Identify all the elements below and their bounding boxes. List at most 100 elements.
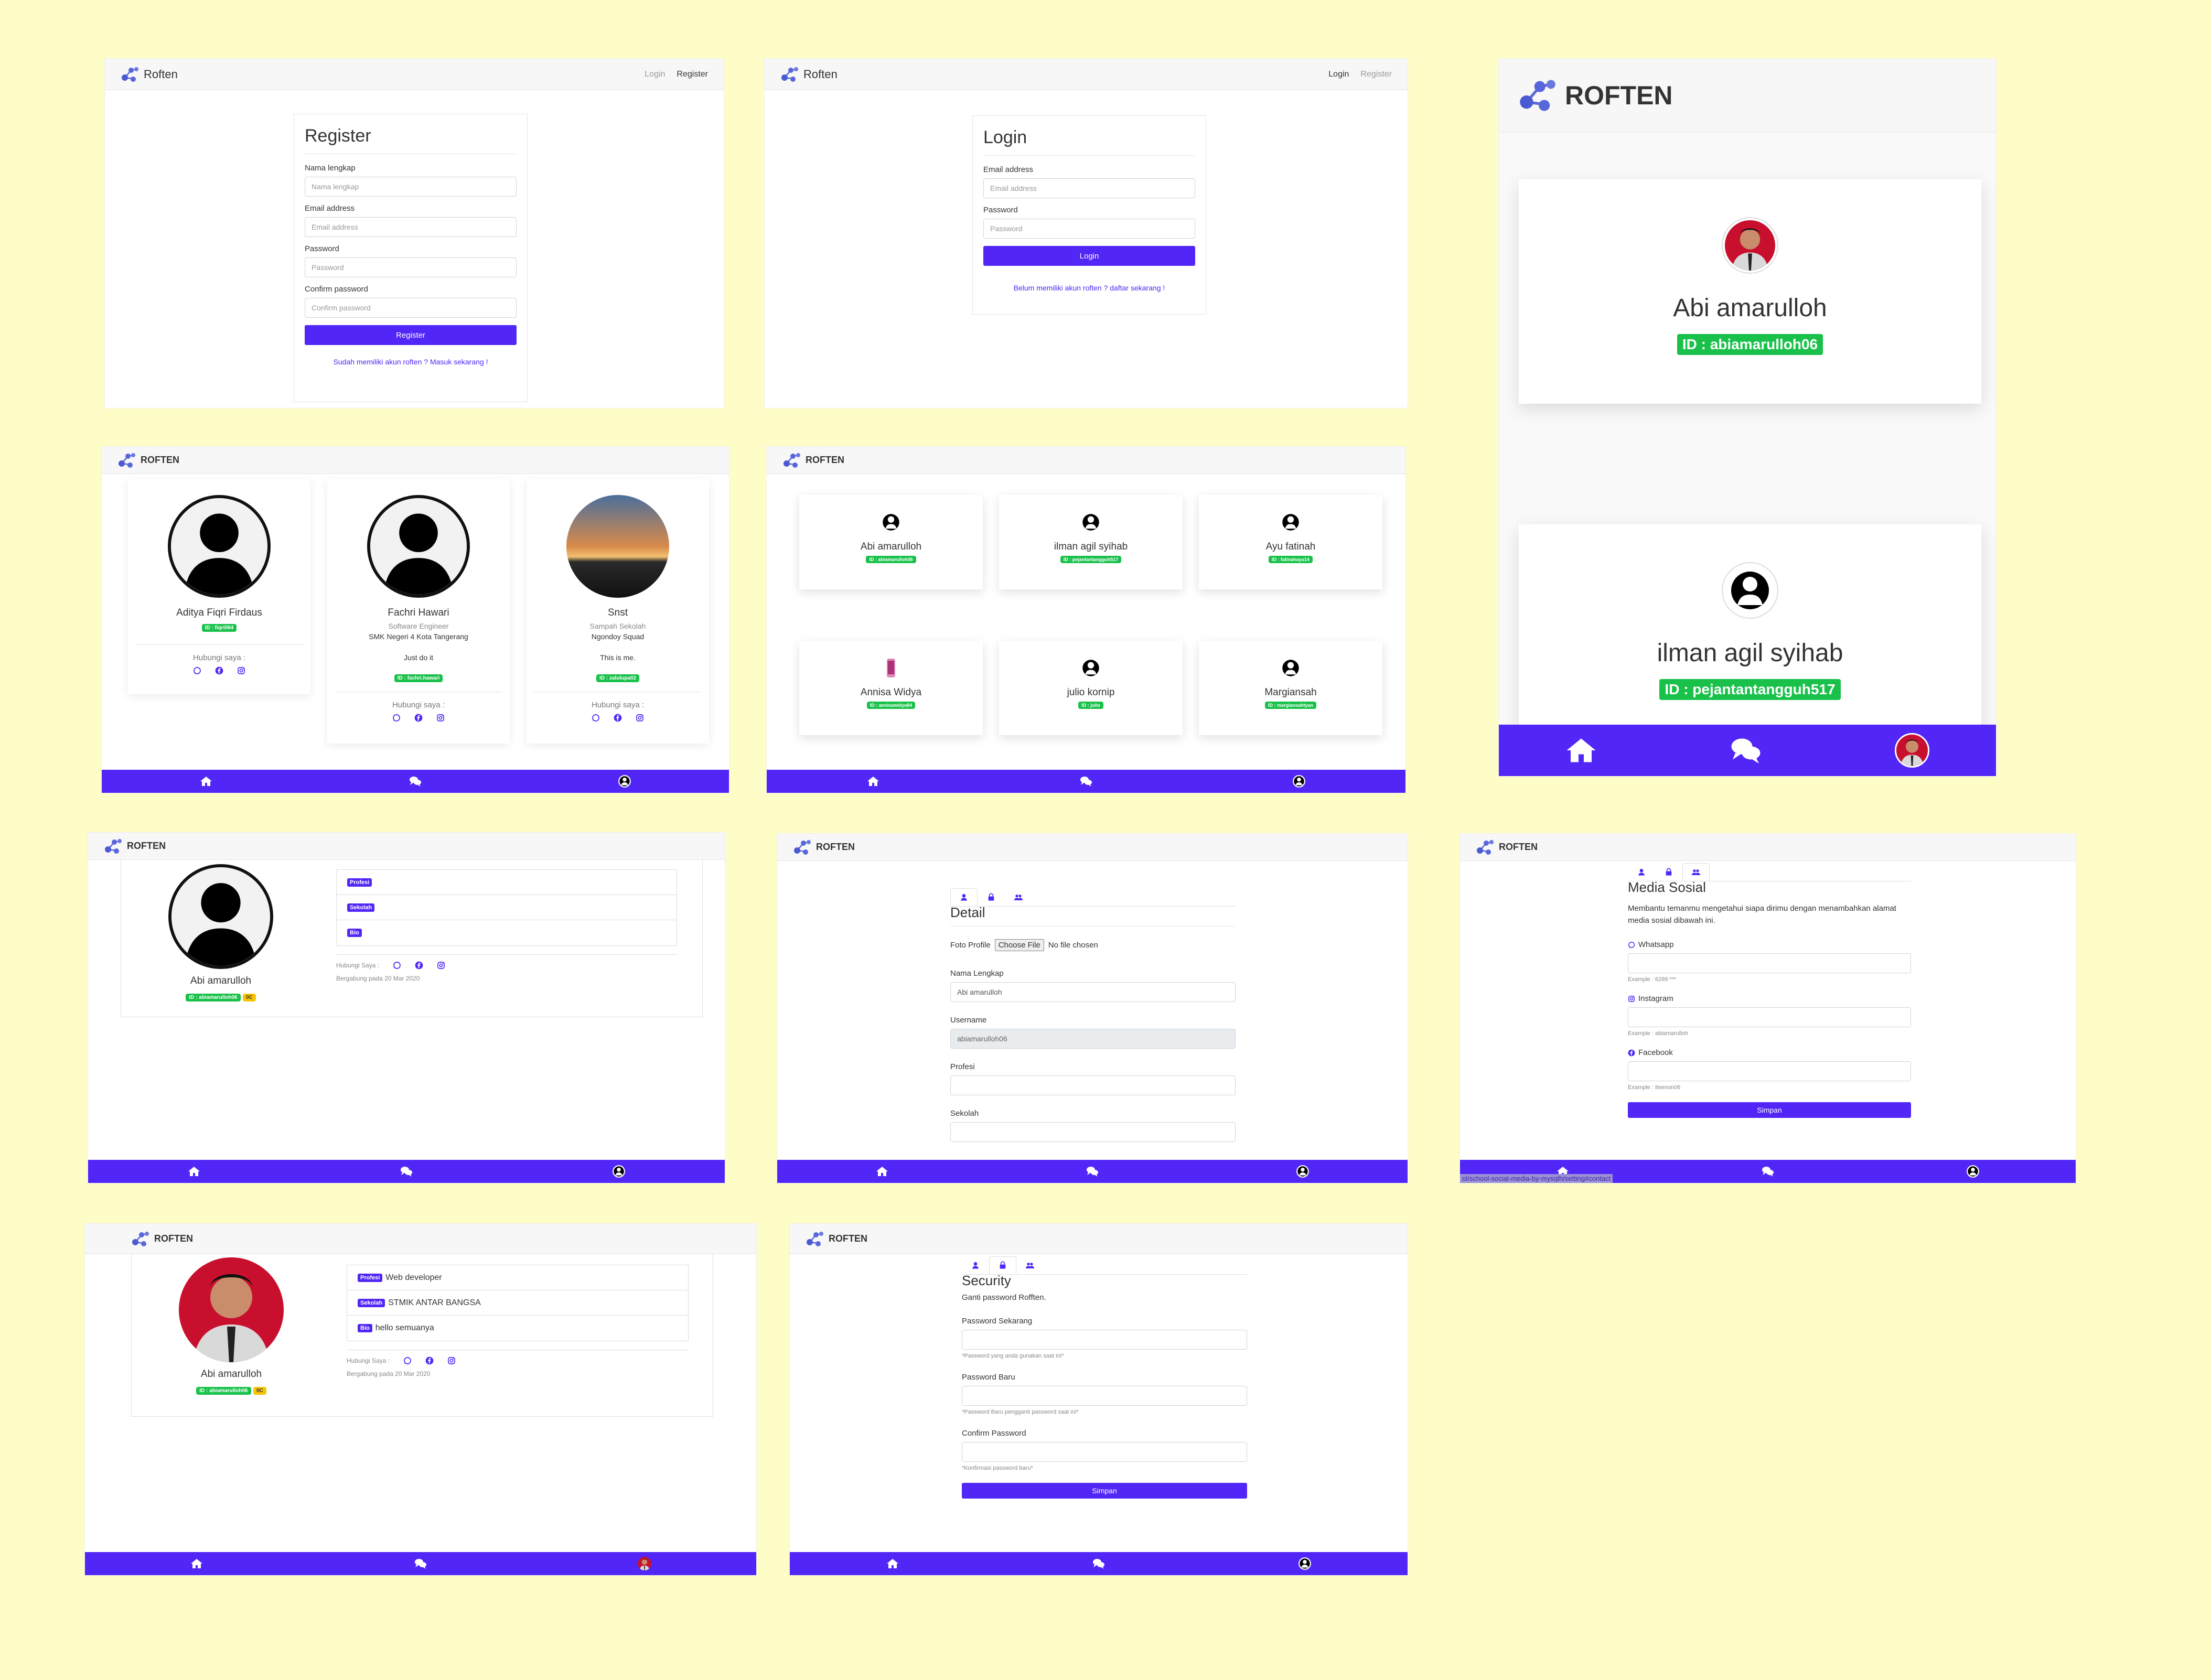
nav-login-link[interactable]: Login xyxy=(1328,70,1349,79)
home-icon[interactable] xyxy=(190,1557,203,1570)
profile-card[interactable]: Fachri Hawari Software Engineer SMK Nege… xyxy=(327,479,510,744)
whatsapp-icon[interactable] xyxy=(592,714,600,722)
whatsapp-input[interactable] xyxy=(1628,953,1911,973)
nav-register-link[interactable]: Register xyxy=(1360,70,1392,79)
home-icon[interactable] xyxy=(1565,735,1597,766)
user-icon[interactable] xyxy=(618,774,631,788)
brand-logo[interactable]: ROFTEN xyxy=(131,1231,193,1247)
instagram-input[interactable] xyxy=(1628,1007,1911,1027)
tab-security[interactable] xyxy=(1655,863,1682,881)
tab-social[interactable] xyxy=(1005,888,1032,906)
facebook-icon[interactable] xyxy=(414,714,423,722)
field-hint: Example : abiamarulloh xyxy=(1628,1030,1688,1037)
home-icon[interactable] xyxy=(875,1165,889,1178)
whatsapp-icon[interactable] xyxy=(193,666,201,675)
whatsapp-icon[interactable] xyxy=(393,961,401,970)
profile-card[interactable]: Snst Sampah Sekolah Ngondoy Squad This i… xyxy=(527,479,709,744)
user-card[interactable]: Annisa Widya ID : annisawidya84 xyxy=(799,641,983,735)
brand-logo[interactable]: ROFTEN xyxy=(104,838,166,855)
nav-login-link[interactable]: Login xyxy=(645,70,665,79)
user-card[interactable]: ilman agil syihab ID : pejantantangguh51… xyxy=(1519,524,1981,734)
whatsapp-icon[interactable] xyxy=(392,714,401,722)
user-icon[interactable] xyxy=(1966,1165,1980,1178)
brand-logo[interactable]: ROFTEN xyxy=(117,452,179,469)
user-card[interactable]: Abi amarulloh ID : abiamarulloh06 xyxy=(799,495,983,589)
school-input[interactable] xyxy=(950,1122,1236,1142)
user-card[interactable]: Margiansah ID : margiansahtyan xyxy=(1199,641,1382,735)
avatar-icon[interactable] xyxy=(638,1557,651,1570)
facebook-icon[interactable] xyxy=(215,666,223,675)
instagram-icon[interactable] xyxy=(447,1356,456,1365)
brand-logo[interactable]: ROFTEN xyxy=(1476,839,1538,856)
chat-icon[interactable] xyxy=(400,1165,413,1178)
user-card[interactable]: Ayu fatinah ID : fatinahayu14 xyxy=(1199,495,1382,589)
fullname-input[interactable]: Abi amarulloh xyxy=(950,982,1236,1002)
brand-logo[interactable]: ROFTEN xyxy=(806,1231,867,1247)
email-input[interactable]: Email address xyxy=(983,178,1195,198)
email-input[interactable]: Email address xyxy=(305,217,517,237)
facebook-icon[interactable] xyxy=(614,714,622,722)
nav-register-link[interactable]: Register xyxy=(677,70,708,79)
photo-label: Foto Profile xyxy=(950,941,991,950)
instagram-icon[interactable] xyxy=(237,666,245,675)
avatar-icon[interactable] xyxy=(1895,733,1929,768)
user-card[interactable]: Abi amarulloh ID : abiamarulloh06 xyxy=(1519,179,1981,404)
tab-security[interactable] xyxy=(978,888,1005,906)
tab-detail[interactable] xyxy=(1628,863,1655,881)
tab-detail[interactable] xyxy=(962,1256,989,1274)
whatsapp-icon[interactable] xyxy=(403,1356,412,1365)
users-icon xyxy=(1691,867,1701,877)
tab-detail[interactable] xyxy=(950,888,978,906)
tab-security[interactable] xyxy=(989,1256,1016,1274)
user-icon[interactable] xyxy=(1298,1557,1312,1570)
brand-logo[interactable]: Roften xyxy=(780,66,838,83)
logo-icon xyxy=(131,1231,150,1247)
login-link[interactable]: Sudah memiliki akun roften ? Masuk sekar… xyxy=(305,358,517,366)
chat-icon[interactable] xyxy=(1086,1165,1099,1178)
home-icon[interactable] xyxy=(187,1165,201,1178)
brand-logo[interactable]: ROFTEN xyxy=(782,452,844,469)
instagram-icon[interactable] xyxy=(436,714,445,722)
new-password-input[interactable] xyxy=(962,1386,1247,1406)
logo-icon xyxy=(782,452,801,469)
facebook-input[interactable] xyxy=(1628,1061,1911,1081)
password-input[interactable]: Password xyxy=(983,219,1195,239)
profile-card[interactable]: Aditya Fiqri Firdaus ID : fiqri064 Hubun… xyxy=(128,479,310,694)
brand-logo[interactable]: ROFTEN xyxy=(1518,77,1673,114)
navbar: ROFTEN xyxy=(790,1224,1408,1254)
login-button[interactable]: Login xyxy=(983,246,1195,266)
fullname-input[interactable]: Nama lengkap xyxy=(305,177,517,197)
save-button[interactable]: Simpan xyxy=(962,1483,1247,1499)
chat-icon[interactable] xyxy=(414,1557,427,1570)
facebook-icon[interactable] xyxy=(415,961,423,970)
home-icon[interactable] xyxy=(886,1557,899,1570)
confirm-password-input[interactable]: Confirm password xyxy=(305,298,517,318)
facebook-icon[interactable] xyxy=(425,1356,434,1365)
user-icon[interactable] xyxy=(1292,774,1306,788)
chat-icon[interactable] xyxy=(1092,1557,1106,1570)
chat-icon[interactable] xyxy=(409,774,422,788)
current-password-input[interactable] xyxy=(962,1330,1247,1350)
register-link[interactable]: Belum memiliki akun roften ? daftar seka… xyxy=(983,284,1195,292)
profession-input[interactable] xyxy=(950,1075,1236,1095)
chat-icon[interactable] xyxy=(1079,774,1093,788)
password-input[interactable]: Password xyxy=(305,257,517,277)
chat-icon[interactable] xyxy=(1730,735,1762,766)
brand-logo[interactable]: ROFTEN xyxy=(793,839,855,856)
user-card[interactable]: julio kornip ID : julio xyxy=(999,641,1183,735)
choose-file-button[interactable]: Choose File xyxy=(994,939,1044,951)
tab-social[interactable] xyxy=(1016,1256,1044,1274)
chat-icon[interactable] xyxy=(1761,1165,1775,1178)
user-card[interactable]: ilman agil syihab ID : pejantantangguh51… xyxy=(999,495,1183,589)
instagram-icon[interactable] xyxy=(636,714,644,722)
instagram-icon[interactable] xyxy=(437,961,445,970)
confirm-password-input[interactable] xyxy=(962,1442,1247,1462)
home-icon[interactable] xyxy=(866,774,880,788)
tab-social[interactable] xyxy=(1682,863,1710,881)
register-button[interactable]: Register xyxy=(305,325,517,345)
save-button[interactable]: Simpan xyxy=(1628,1102,1911,1118)
brand-logo[interactable]: Roften xyxy=(121,66,178,83)
home-icon[interactable] xyxy=(199,774,213,788)
user-icon[interactable] xyxy=(612,1165,626,1178)
user-icon[interactable] xyxy=(1296,1165,1310,1178)
